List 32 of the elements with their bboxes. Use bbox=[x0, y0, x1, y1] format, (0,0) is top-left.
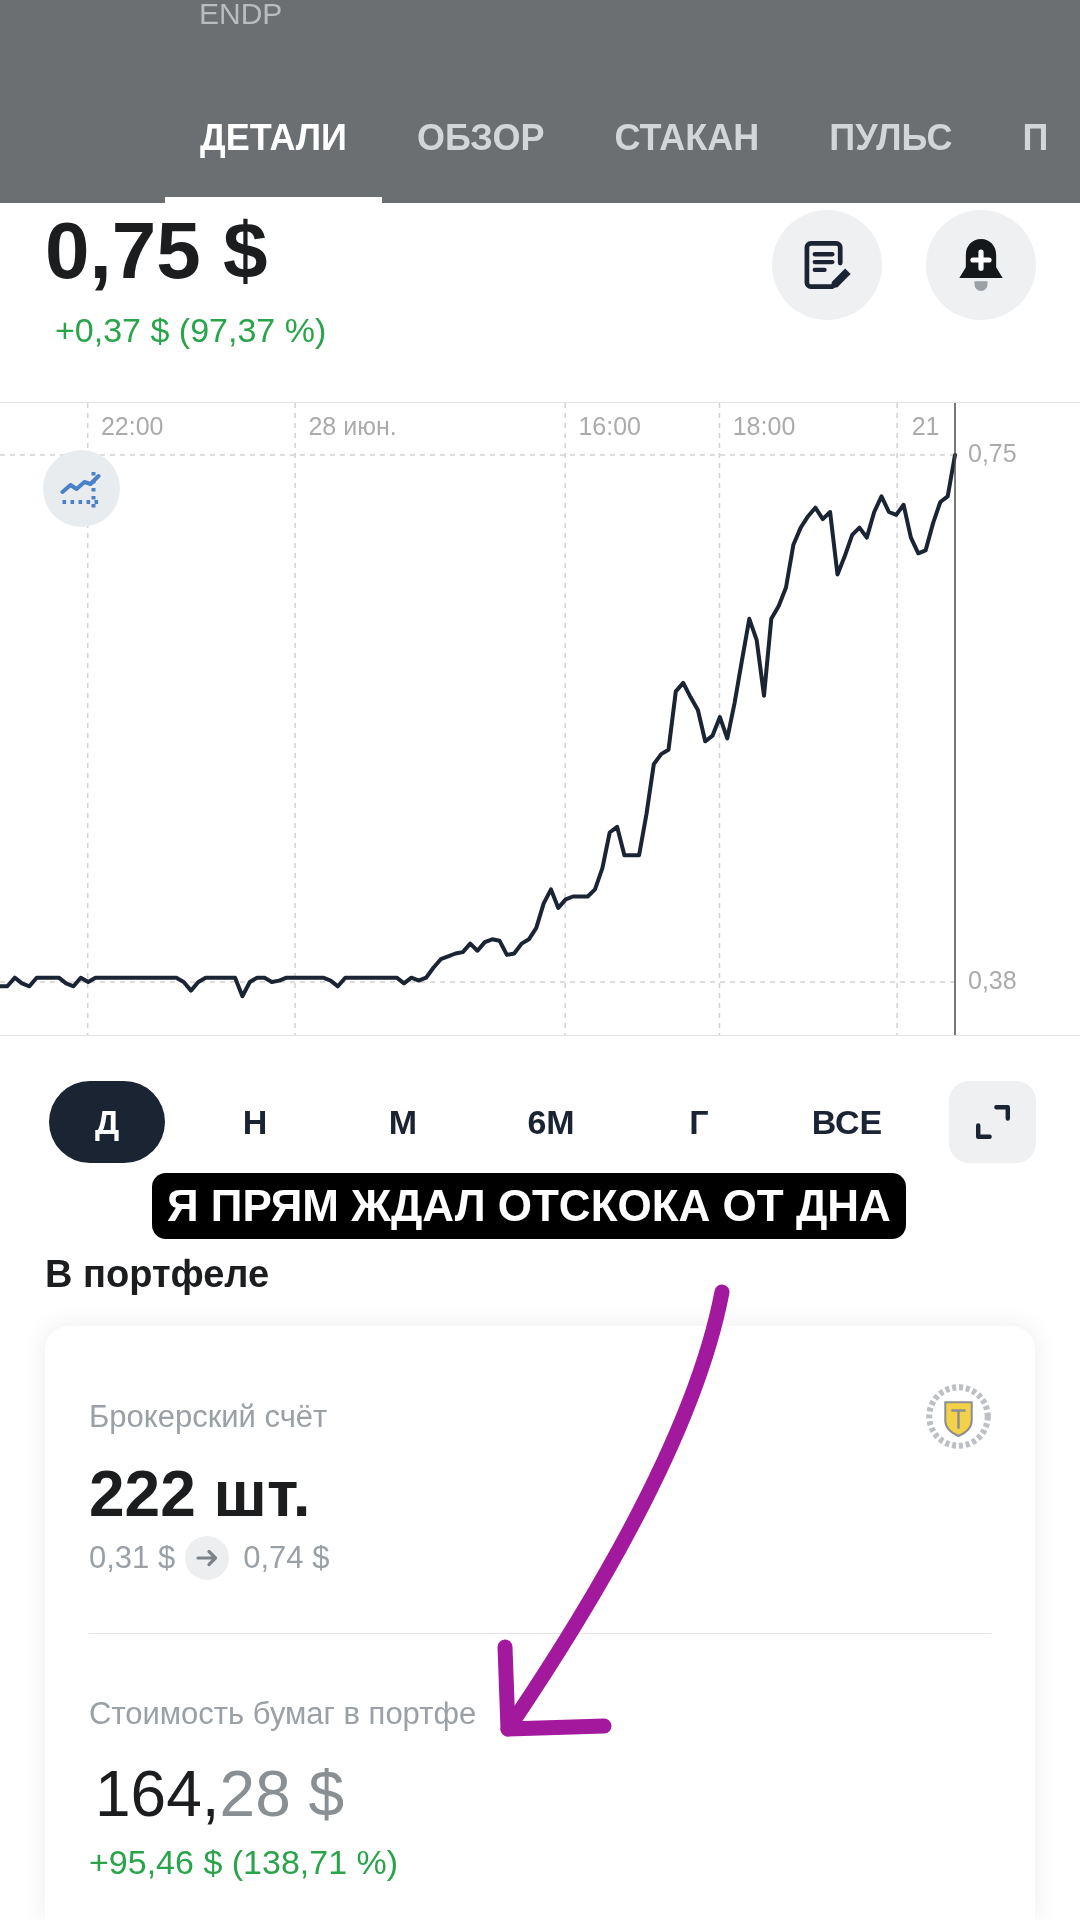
ticker-symbol: ENDP bbox=[199, 0, 283, 28]
section-title: В портфеле bbox=[45, 1252, 270, 1296]
arrow-right-icon bbox=[185, 1536, 230, 1580]
y-axis-label: 0,38 bbox=[968, 965, 1017, 994]
period-button[interactable]: Д bbox=[49, 1081, 165, 1163]
note-edit-icon bbox=[803, 239, 851, 291]
period-button[interactable]: М bbox=[345, 1081, 461, 1163]
shield-emblem-icon bbox=[926, 1384, 991, 1449]
account-label: Брокерский счёт bbox=[89, 1399, 328, 1435]
x-axis-label: 28 июн. bbox=[308, 411, 397, 440]
x-axis-label: 16:00 bbox=[578, 411, 641, 440]
caption-text: Я ПРЯМ ЖДАЛ ОТСКОКА ОТ ДНА bbox=[152, 1173, 906, 1239]
price: 0,75 $ bbox=[45, 211, 268, 291]
portfolio-value: 164,28 $ bbox=[95, 1759, 345, 1829]
period-button[interactable]: Н bbox=[197, 1081, 313, 1163]
y-axis-label: 0,75 bbox=[968, 438, 1017, 467]
price-change: +0,37 $ (97,37 %) bbox=[55, 310, 327, 350]
x-axis-label: 18:00 bbox=[732, 411, 796, 440]
value-label: Стоимость бумаг в портфе bbox=[89, 1696, 477, 1732]
expand-button[interactable] bbox=[949, 1081, 1036, 1163]
x-axis-label: 21 bbox=[911, 411, 940, 440]
current-price: 0,74 $ bbox=[243, 1538, 330, 1577]
quantity: 222 шт. bbox=[89, 1462, 311, 1526]
buy-price: 0,31 $ bbox=[89, 1538, 176, 1577]
expand-icon bbox=[975, 1105, 1010, 1139]
period-button[interactable]: Г bbox=[641, 1081, 757, 1163]
x-axis-label: 22:00 bbox=[100, 411, 164, 440]
period-button[interactable]: ВСЕ bbox=[789, 1081, 905, 1163]
bell-plus-icon bbox=[957, 239, 1005, 291]
period-button[interactable]: 6М bbox=[493, 1081, 609, 1163]
tab[interactable]: ДЕТАЛИ bbox=[165, 87, 382, 203]
portfolio-gain: +95,46 $ (138,71 %) bbox=[89, 1842, 399, 1882]
